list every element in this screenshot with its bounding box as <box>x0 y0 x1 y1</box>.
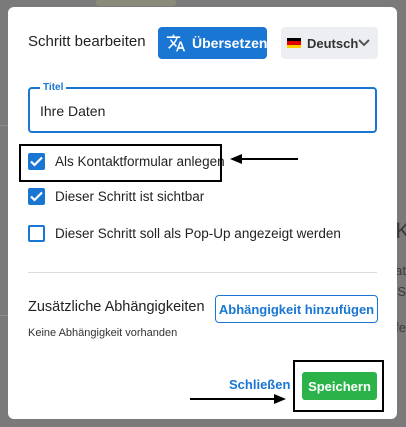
background-tab <box>96 0 176 6</box>
edit-step-dialog: Schritt bearbeiten Übersetzen Deutsch Ti… <box>8 7 397 419</box>
title-field[interactable]: Titel Ihre Daten <box>28 82 377 133</box>
close-button[interactable]: Schließen <box>229 377 290 392</box>
background-text: S <box>397 284 406 299</box>
translate-icon <box>166 33 186 53</box>
left-arrow-icon <box>230 154 298 164</box>
dialog-title: Schritt bearbeiten <box>28 33 146 50</box>
background-divider <box>0 125 8 126</box>
save-button[interactable]: Speichern <box>302 372 377 400</box>
checkbox-label: Dieser Schritt soll als Pop-Up angezeigt… <box>55 226 341 241</box>
section-divider <box>28 272 377 273</box>
highlight-annotation-box <box>19 144 222 182</box>
dependencies-title: Zusätzliche Abhängigkeiten <box>28 299 205 315</box>
dependencies-empty-text: Keine Abhängigkeit vorhanden <box>28 327 178 339</box>
title-field-label: Titel <box>40 82 67 93</box>
title-field-value[interactable]: Ihre Daten <box>40 103 105 119</box>
add-dependency-button[interactable]: Abhängigkeit hinzufügen <box>215 295 378 323</box>
right-arrow-icon <box>190 394 286 404</box>
language-select-value: Deutsch <box>307 35 359 51</box>
checkbox-popup[interactable]: Dieser Schritt soll als Pop-Up angezeigt… <box>28 225 341 242</box>
translate-button[interactable]: Übersetzen <box>158 27 267 59</box>
translate-button-label: Übersetzen <box>192 35 268 51</box>
checkbox-visible[interactable]: Dieser Schritt ist sichtbar <box>28 188 204 205</box>
chevron-down-icon <box>358 39 370 47</box>
checkbox-unchecked-icon[interactable] <box>28 225 45 242</box>
background-divider <box>0 315 8 316</box>
checkbox-checked-icon[interactable] <box>28 188 45 205</box>
german-flag-icon <box>287 38 301 48</box>
language-select[interactable]: Deutsch <box>281 27 378 59</box>
checkbox-label: Dieser Schritt ist sichtbar <box>55 189 205 204</box>
